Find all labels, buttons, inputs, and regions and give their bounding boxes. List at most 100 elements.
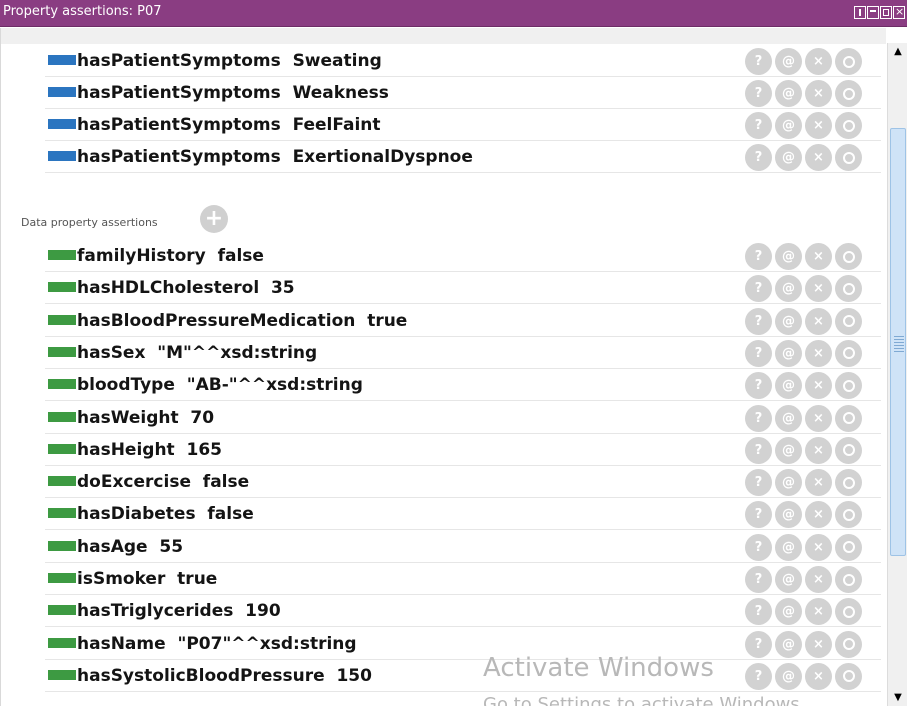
annotate-icon[interactable]: @	[775, 436, 802, 464]
annotate-icon[interactable]: @	[775, 630, 802, 658]
data-property-row[interactable]: hasDiabetes false? @ ×	[45, 498, 881, 531]
annotate-icon[interactable]: @	[775, 307, 802, 335]
delete-icon[interactable]: ×	[805, 80, 832, 107]
help-icon[interactable]: ?	[745, 372, 772, 400]
float-icon[interactable]	[880, 6, 892, 19]
help-icon[interactable]: ?	[745, 275, 772, 303]
explain-icon[interactable]	[835, 112, 862, 139]
delete-icon[interactable]: ×	[805, 630, 832, 658]
delete-icon[interactable]: ×	[805, 372, 832, 400]
annotate-icon[interactable]: @	[775, 662, 802, 690]
delete-icon[interactable]: ×	[805, 533, 832, 561]
object-property-row[interactable]: hasPatientSymptoms Weakness? @ ×	[45, 77, 881, 109]
delete-icon[interactable]: ×	[805, 307, 832, 335]
help-icon[interactable]: ?	[745, 404, 772, 432]
explain-icon[interactable]	[835, 566, 862, 593]
delete-icon[interactable]: ×	[805, 144, 832, 171]
data-property-row[interactable]: bloodType "AB-"^^xsd:string? @ ×	[45, 369, 881, 402]
explain-icon[interactable]	[835, 630, 862, 658]
help-icon[interactable]: ?	[745, 307, 772, 335]
data-property-row[interactable]: hasHeight 165? @ ×	[45, 434, 881, 466]
data-property-row[interactable]: hasSex "M"^^xsd:string? @ ×	[45, 337, 881, 369]
help-icon[interactable]: ?	[745, 80, 772, 107]
object-property-row[interactable]: hasPatientSymptoms ExertionalDyspnoe? @ ×	[45, 141, 881, 173]
explain-icon[interactable]	[835, 533, 862, 561]
annotate-icon[interactable]: @	[775, 404, 802, 432]
annotate-icon[interactable]: @	[775, 469, 802, 497]
explain-icon[interactable]	[835, 436, 862, 464]
help-icon[interactable]: ?	[745, 469, 772, 497]
annotate-icon[interactable]: @	[775, 339, 802, 367]
annotate-icon[interactable]: @	[775, 598, 802, 626]
object-property-row[interactable]: hasPatientSymptoms Sweating? @ ×	[45, 45, 881, 77]
scroll-up-button[interactable]: ▲	[888, 43, 907, 60]
delete-icon[interactable]: ×	[805, 243, 832, 270]
close-icon[interactable]	[893, 6, 905, 19]
help-icon[interactable]: ?	[745, 501, 772, 529]
delete-icon[interactable]: ×	[805, 339, 832, 367]
help-icon[interactable]: ?	[745, 630, 772, 658]
explain-icon[interactable]	[835, 339, 862, 367]
explain-icon[interactable]	[835, 243, 862, 270]
annotate-icon[interactable]: @	[775, 533, 802, 561]
delete-icon[interactable]: ×	[805, 662, 832, 690]
explain-icon[interactable]	[835, 80, 862, 107]
scroll-down-button[interactable]: ▼	[888, 689, 907, 706]
explain-icon[interactable]	[835, 501, 862, 529]
annotate-icon[interactable]: @	[775, 243, 802, 270]
explain-icon[interactable]	[835, 144, 862, 171]
annotate-icon[interactable]: @	[775, 372, 802, 400]
data-property-row[interactable]: hasBloodPressureMedication true? @ ×	[45, 305, 881, 337]
delete-icon[interactable]: ×	[805, 112, 832, 139]
explain-icon[interactable]	[835, 275, 862, 303]
help-icon[interactable]: ?	[745, 533, 772, 561]
add-data-property-button[interactable]: +	[200, 205, 228, 233]
annotate-icon[interactable]: @	[775, 48, 802, 75]
delete-icon[interactable]: ×	[805, 436, 832, 464]
help-icon[interactable]: ?	[745, 48, 772, 75]
data-property-row[interactable]: hasWeight 70? @ ×	[45, 402, 881, 434]
delete-icon[interactable]: ×	[805, 469, 832, 497]
help-icon[interactable]: ?	[745, 436, 772, 464]
data-property-row[interactable]: hasHDLCholesterol 35? @ ×	[45, 272, 881, 305]
data-property-row[interactable]: hasAge 55? @ ×	[45, 531, 881, 563]
scrollbar-thumb[interactable]	[890, 128, 906, 556]
annotate-icon[interactable]: @	[775, 501, 802, 529]
help-icon[interactable]: ?	[745, 112, 772, 139]
annotate-icon[interactable]: @	[775, 144, 802, 171]
split-view-icon[interactable]	[854, 6, 866, 19]
minimize-icon[interactable]	[867, 6, 879, 19]
annotate-icon[interactable]: @	[775, 80, 802, 107]
help-icon[interactable]: ?	[745, 339, 772, 367]
explain-icon[interactable]	[835, 307, 862, 335]
data-property-row[interactable]: familyHistory false? @ ×	[45, 240, 881, 272]
data-property-row[interactable]: isSmoker true? @ ×	[45, 563, 881, 595]
explain-icon[interactable]	[835, 372, 862, 400]
delete-icon[interactable]: ×	[805, 566, 832, 593]
delete-icon[interactable]: ×	[805, 275, 832, 303]
help-icon[interactable]: ?	[745, 598, 772, 626]
explain-icon[interactable]	[835, 404, 862, 432]
delete-icon[interactable]: ×	[805, 48, 832, 75]
help-icon[interactable]: ?	[745, 144, 772, 171]
delete-icon[interactable]: ×	[805, 598, 832, 626]
data-property-row[interactable]: hasTriglycerides 190? @ ×	[45, 595, 881, 628]
explain-icon[interactable]	[835, 48, 862, 75]
annotate-icon[interactable]: @	[775, 275, 802, 303]
explain-icon[interactable]	[835, 598, 862, 626]
help-icon[interactable]: ?	[745, 566, 772, 593]
data-property-row[interactable]: hasName "P07"^^xsd:string? @ ×	[45, 628, 881, 660]
vertical-scrollbar[interactable]: ▲ ▼	[887, 43, 907, 706]
annotate-icon[interactable]: @	[775, 566, 802, 593]
explain-icon[interactable]	[835, 662, 862, 690]
row-actions: ? @ ×	[745, 566, 862, 593]
annotate-icon[interactable]: @	[775, 112, 802, 139]
delete-icon[interactable]: ×	[805, 404, 832, 432]
data-property-row[interactable]: doExcercise false? @ ×	[45, 466, 881, 499]
delete-icon[interactable]: ×	[805, 501, 832, 529]
explain-icon[interactable]	[835, 469, 862, 497]
object-property-row[interactable]: hasPatientSymptoms FeelFaint? @ ×	[45, 109, 881, 141]
help-icon[interactable]: ?	[745, 662, 772, 690]
data-property-row[interactable]: hasSystolicBloodPressure 150? @ ×	[45, 660, 881, 692]
help-icon[interactable]: ?	[745, 243, 772, 270]
